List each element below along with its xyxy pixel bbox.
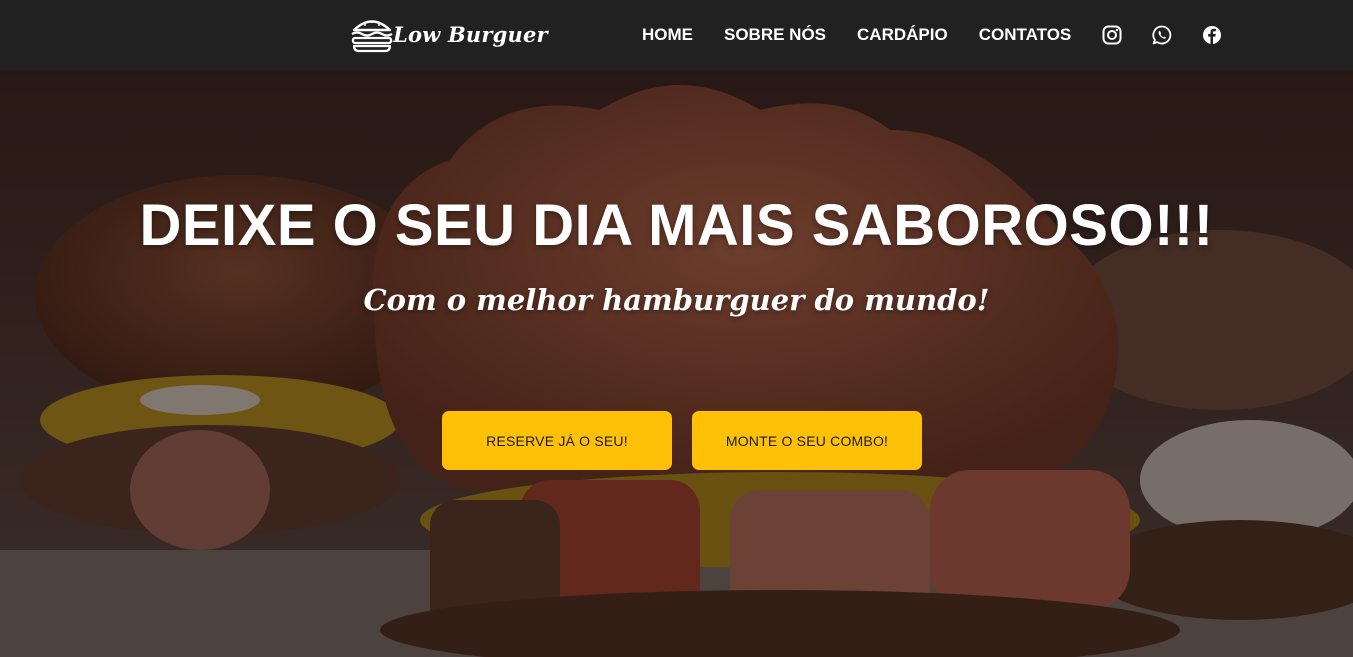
hero-overlay	[0, 70, 1353, 657]
hero-title: DEIXE O SEU DIA MAIS SABOROSO!!!	[139, 193, 1214, 258]
burger-icon	[351, 20, 393, 53]
hero-subtitle: Com o melhor hamburguer do mundo!	[363, 283, 990, 317]
hero-section: DEIXE O SEU DIA MAIS SABOROSO!!! Com o m…	[0, 70, 1353, 657]
reserve-button[interactable]: RESERVE JÁ O SEU!	[442, 411, 672, 470]
nav-cardapio[interactable]: CARDÁPIO	[857, 25, 948, 45]
navbar: Low Burguer HOME SOBRE NÓS CARDÁPIO CONT…	[0, 0, 1353, 70]
instagram-icon[interactable]	[1102, 25, 1122, 45]
nav-contatos[interactable]: CONTATOS	[979, 25, 1072, 45]
nav-home[interactable]: HOME	[642, 25, 693, 45]
nav-sobre-nos[interactable]: SOBRE NÓS	[724, 25, 826, 45]
social-links	[1102, 25, 1222, 45]
facebook-icon[interactable]	[1202, 25, 1222, 45]
brand-name: Low Burguer	[393, 21, 548, 47]
build-combo-button[interactable]: MONTE O SEU COMBO!	[692, 411, 922, 470]
brand-logo[interactable]: Low Burguer	[349, 12, 548, 56]
main-nav: HOME SOBRE NÓS CARDÁPIO CONTATOS	[642, 0, 1222, 70]
whatsapp-icon[interactable]	[1152, 25, 1172, 45]
